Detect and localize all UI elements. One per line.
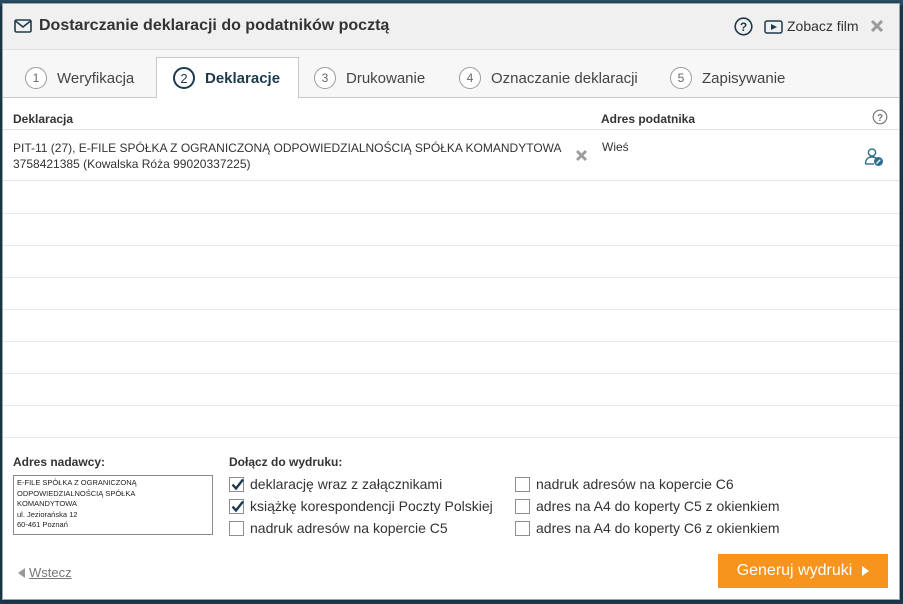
sender-line: 60-461 Poznań xyxy=(17,520,68,529)
generate-label: Generuj wydruki xyxy=(736,562,853,579)
step-number: 1 xyxy=(25,67,47,89)
close-icon[interactable] xyxy=(870,19,884,33)
checkbox-checked[interactable] xyxy=(229,476,244,492)
dialog-header: Dostarczanie deklaracji do podatników po… xyxy=(3,4,899,50)
column-header-address: Adres podatnika xyxy=(601,112,696,126)
declaration-taxpayer: 3758421385 (Kowalska Róża 99020337225) xyxy=(13,157,251,171)
checkbox-envelope-c6[interactable]: nadruk adresów na kopercie C6 xyxy=(515,476,734,492)
checkbox-label: książkę korespondencji Poczty Polskiej xyxy=(250,498,493,514)
sender-address-label: Adres nadawcy: xyxy=(13,455,106,469)
arrow-right-icon xyxy=(862,566,870,576)
back-label: Wstecz xyxy=(29,565,72,580)
watch-film-link[interactable]: Zobacz film xyxy=(787,18,859,34)
step-number: 5 xyxy=(670,67,692,89)
table-row[interactable]: PIT-11 (27), E-FILE SPÓŁKA Z OGRANICZONĄ… xyxy=(3,131,899,181)
sender-line: E-FILE SPÓŁKA Z OGRANICZONĄ xyxy=(17,478,137,487)
checkbox-checked[interactable] xyxy=(229,498,244,514)
back-link[interactable]: Wstecz xyxy=(18,565,72,580)
help-icon[interactable]: ? xyxy=(734,17,753,36)
tab-zapisywanie[interactable]: 5 Zapisywanie xyxy=(670,58,785,98)
declaration-title: PIT-11 (27), E-FILE SPÓŁKA Z OGRANICZONĄ… xyxy=(13,141,562,155)
checkbox-a4-c5-window[interactable]: adres na A4 do koperty C5 z okienkiem xyxy=(515,498,780,514)
tab-weryfikacja[interactable]: 1 Weryfikacja xyxy=(25,58,134,98)
checkbox-unchecked[interactable] xyxy=(229,520,244,536)
tab-label: Weryfikacja xyxy=(57,69,135,87)
mail-icon xyxy=(14,19,32,33)
checkbox-unchecked[interactable] xyxy=(515,476,530,492)
edit-person-icon[interactable] xyxy=(864,147,884,167)
generate-printouts-button[interactable]: Generuj wydruki xyxy=(718,554,888,588)
svg-text:?: ? xyxy=(877,113,883,124)
table-header: Deklaracja Adres podatnika ? xyxy=(3,108,899,130)
address-cell: Wieś xyxy=(602,140,629,154)
table-row xyxy=(3,278,899,310)
sender-line: KOMANDYTOWA xyxy=(17,499,78,508)
table-row xyxy=(3,342,899,374)
table-row xyxy=(3,406,899,438)
tab-label: Oznaczanie deklaracji xyxy=(491,69,638,87)
tab-label: Deklaracje xyxy=(205,69,281,87)
tab-label: Drukowanie xyxy=(346,69,426,87)
sender-line: ODPOWIEDZIALNOŚCIĄ SPÓŁKA xyxy=(17,488,136,498)
column-header-declaration: Deklaracja xyxy=(13,112,74,126)
tab-label: Zapisywanie xyxy=(702,69,786,87)
step-number: 2 xyxy=(173,67,195,89)
checkbox-label: deklarację wraz z załącznikami xyxy=(250,476,443,492)
checkbox-correspondence-book[interactable]: książkę korespondencji Poczty Polskiej xyxy=(229,498,493,514)
attach-to-print-label: Dołącz do wydruku: xyxy=(229,455,343,469)
svg-text:?: ? xyxy=(740,20,747,34)
tab-oznaczanie[interactable]: 4 Oznaczanie deklaracji xyxy=(459,58,638,98)
checkbox-label: nadruk adresów na kopercie C5 xyxy=(250,520,448,536)
sender-line: ul. Jeziorańska 12 xyxy=(17,509,78,519)
checkbox-a4-c6-window[interactable]: adres na A4 do koperty C6 z okienkiem xyxy=(515,520,780,536)
video-icon[interactable] xyxy=(764,20,783,34)
dialog-title: Dostarczanie deklaracji do podatników po… xyxy=(39,17,390,34)
checkbox-declaration-with-attachments[interactable]: deklarację wraz z załącznikami xyxy=(229,476,442,492)
checkbox-unchecked[interactable] xyxy=(515,498,530,514)
tab-deklaracje[interactable]: 2 Deklaracje xyxy=(156,57,300,99)
declaration-cell: PIT-11 (27), E-FILE SPÓŁKA Z OGRANICZONĄ… xyxy=(13,140,573,172)
tab-drukowanie[interactable]: 3 Drukowanie xyxy=(314,58,425,98)
wizard-tabs: 1 Weryfikacja 2 Deklaracje 3 Drukowanie … xyxy=(3,50,899,99)
sender-address-box[interactable]: E-FILE SPÓŁKA Z OGRANICZONĄ ODPOWIEDZIAL… xyxy=(13,475,213,535)
step-number: 4 xyxy=(459,67,481,89)
checkbox-envelope-c5[interactable]: nadruk adresów na kopercie C5 xyxy=(229,520,448,536)
help-icon[interactable]: ? xyxy=(872,109,888,125)
checkbox-label: adres na A4 do koperty C5 z okienkiem xyxy=(536,498,780,514)
arrow-left-icon xyxy=(18,567,25,578)
table-row xyxy=(3,374,899,406)
table-row xyxy=(3,310,899,342)
table-row xyxy=(3,214,899,246)
checkbox-label: adres na A4 do koperty C6 z okienkiem xyxy=(536,520,780,536)
remove-icon[interactable] xyxy=(575,149,588,162)
table-row xyxy=(3,246,899,278)
checkbox-unchecked[interactable] xyxy=(515,520,530,536)
table-row xyxy=(3,182,899,214)
checkbox-label: nadruk adresów na kopercie C6 xyxy=(536,476,734,492)
dialog-window: Dostarczanie deklaracji do podatników po… xyxy=(2,3,900,600)
step-number: 3 xyxy=(314,67,336,89)
